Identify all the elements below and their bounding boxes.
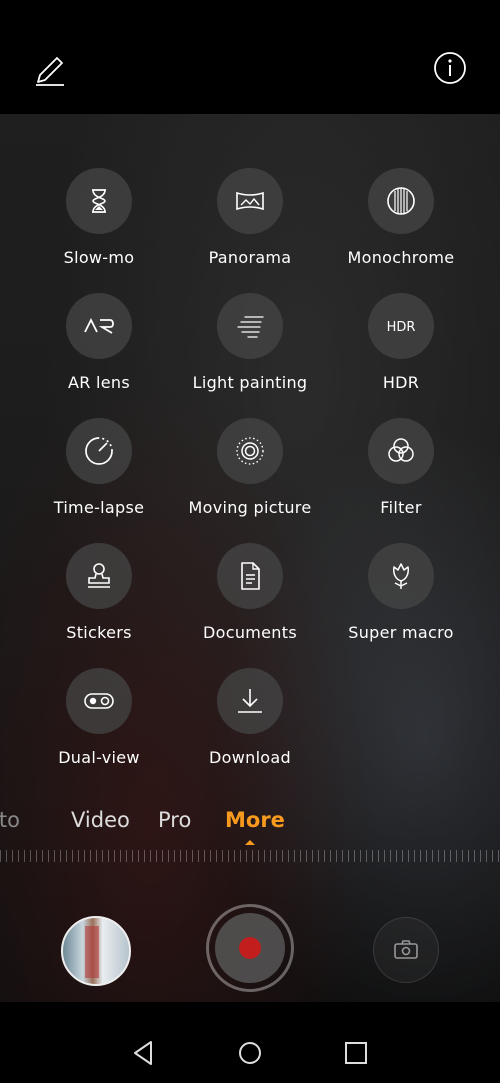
monochrome-icon <box>387 187 415 215</box>
ar-icon <box>84 317 114 334</box>
mode-light-painting[interactable]: Light painting <box>175 293 325 403</box>
mode-panorama[interactable]: Panorama <box>175 168 325 278</box>
moving-picture-icon <box>236 437 264 465</box>
panorama-icon <box>236 191 264 211</box>
mode-monochrome[interactable]: Monochrome <box>326 168 476 278</box>
mode-dual-view[interactable]: Dual-view <box>24 668 174 778</box>
tab-video[interactable]: Video <box>71 808 130 832</box>
document-icon <box>241 562 260 590</box>
hdr-icon: HDR <box>387 320 416 335</box>
mode-scroll-ticks[interactable] <box>0 850 500 862</box>
hourglass-icon <box>92 189 106 213</box>
mode-label: Dual-view <box>58 748 140 767</box>
camera-mode-tabs: oto Video Pro More <box>0 808 500 840</box>
download-icon <box>238 689 262 713</box>
gallery-thumbnail[interactable] <box>61 916 131 986</box>
recent-apps-icon[interactable] <box>343 1040 369 1066</box>
stamp-icon <box>88 563 110 588</box>
mode-stickers[interactable]: Stickers <box>24 543 174 653</box>
mode-hdr[interactable]: HDR HDR <box>326 293 476 403</box>
mode-label: Documents <box>203 623 297 642</box>
mode-label: Moving picture <box>188 498 312 517</box>
top-bar <box>0 0 500 114</box>
dual-view-icon <box>84 693 114 709</box>
mode-label: HDR <box>382 373 420 392</box>
mode-ar-lens[interactable]: AR lens <box>24 293 174 403</box>
active-tab-indicator <box>245 840 255 845</box>
mode-download[interactable]: Download <box>175 668 325 778</box>
mode-filter[interactable]: Filter <box>326 418 476 528</box>
switch-camera-button[interactable] <box>373 917 439 983</box>
mode-slow-mo[interactable]: Slow-mo <box>24 168 174 278</box>
mode-label: Slow-mo <box>63 248 135 267</box>
mode-moving-picture[interactable]: Moving picture <box>175 418 325 528</box>
mode-documents[interactable]: Documents <box>175 543 325 653</box>
tab-more[interactable]: More <box>225 808 285 832</box>
home-icon[interactable] <box>237 1040 263 1066</box>
back-icon[interactable] <box>131 1040 157 1066</box>
mode-super-macro[interactable]: Super macro <box>326 543 476 653</box>
info-icon[interactable] <box>432 50 468 86</box>
mode-label: Stickers <box>66 623 132 642</box>
switch-camera-icon <box>394 940 418 959</box>
light-painting-icon <box>237 316 264 338</box>
system-nav-bar <box>0 1002 500 1083</box>
mode-label: Time-lapse <box>53 498 145 517</box>
mode-label: Super macro <box>348 623 454 642</box>
mode-label: AR lens <box>67 373 130 392</box>
mode-time-lapse[interactable]: Time-lapse <box>24 418 174 528</box>
flower-icon <box>393 563 409 589</box>
tab-pro[interactable]: Pro <box>158 808 191 832</box>
record-dot <box>239 937 261 959</box>
mode-label: Light painting <box>192 373 308 392</box>
tab-photo[interactable]: oto <box>0 808 20 832</box>
shutter-button[interactable] <box>206 904 294 992</box>
filter-icon <box>388 438 414 462</box>
mode-label: Filter <box>380 498 422 517</box>
mode-label: Monochrome <box>347 248 455 267</box>
svg-text:HDR: HDR <box>387 320 416 335</box>
mode-label: Download <box>209 748 291 767</box>
pencil-icon[interactable] <box>32 52 68 88</box>
mode-label: Panorama <box>208 248 292 267</box>
time-lapse-icon <box>85 437 113 465</box>
